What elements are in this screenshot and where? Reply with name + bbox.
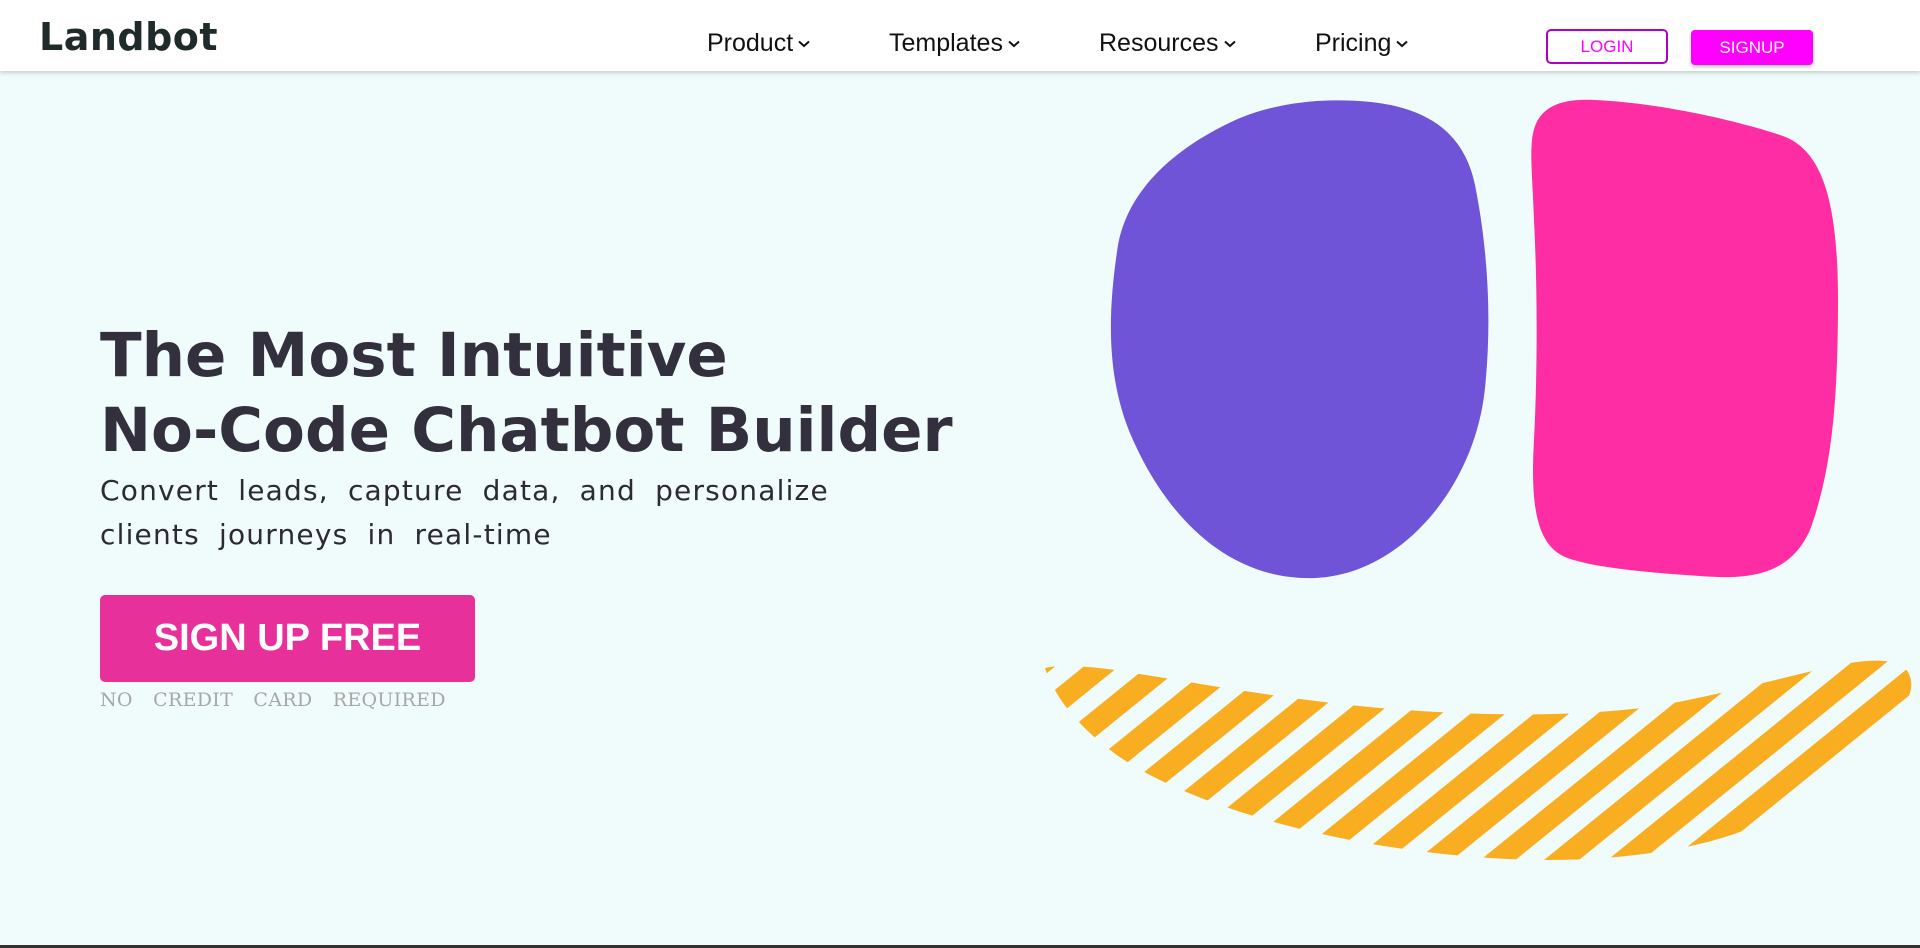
chevron-down-icon — [1008, 40, 1020, 47]
chevron-down-icon — [798, 40, 810, 47]
headline-line-2: No-Code Chatbot Builder — [100, 395, 953, 466]
nav-item-label: Pricing — [1315, 29, 1392, 57]
nav-item-templates[interactable]: Templates — [889, 29, 1020, 58]
chevron-down-icon — [1223, 40, 1236, 47]
nav-item-resources[interactable]: Resources — [1099, 29, 1236, 58]
nav-item-product[interactable]: Product — [707, 29, 810, 58]
nav-item-label: Product — [707, 29, 794, 57]
chevron-down-icon — [1396, 40, 1409, 47]
hero-headline: The Most Intuitive No-Code Chatbot Builde… — [100, 318, 953, 468]
top-navbar: Landbot Product Templates Resources Pric… — [0, 0, 1920, 71]
no-credit-card-note: NO CREDIT CARD REQUIRED — [100, 689, 446, 711]
login-button[interactable]: LOGIN — [1546, 29, 1668, 64]
headline-line-1: The Most Intuitive — [100, 320, 728, 391]
purple-blob-shape — [1110, 100, 1489, 579]
landbot-logo[interactable]: Landbot — [39, 15, 218, 59]
pink-blob-shape — [1531, 99, 1838, 578]
nav-item-label: Templates — [889, 29, 1003, 57]
sign-up-free-button[interactable]: SIGN UP FREE — [100, 595, 475, 682]
signup-button[interactable]: SIGNUP — [1691, 30, 1813, 65]
hero-subtitle: Convert leads, capture data, and persona… — [100, 474, 829, 551]
striped-smile-shape — [1045, 660, 1912, 860]
nav-item-label: Resources — [1099, 29, 1219, 57]
nav-item-pricing[interactable]: Pricing — [1315, 29, 1409, 58]
